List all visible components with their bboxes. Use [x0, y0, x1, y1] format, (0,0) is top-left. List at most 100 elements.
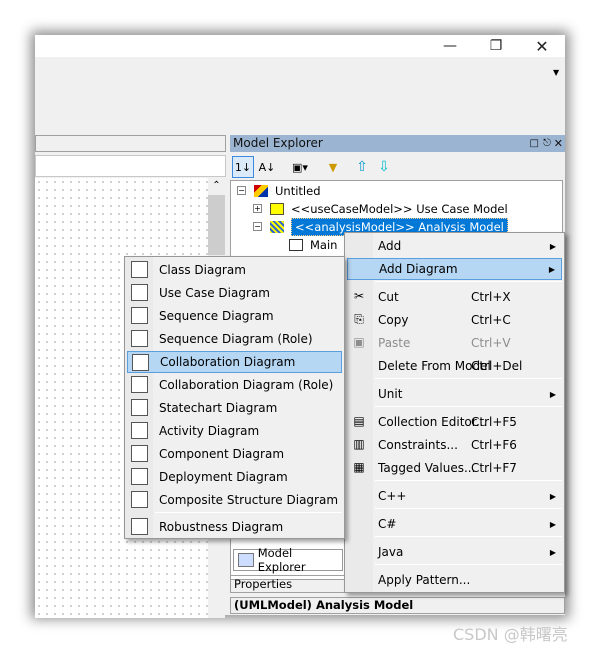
analysis-model-icon [270, 220, 284, 233]
menu-label: Activity Diagram [159, 424, 260, 438]
menu-shortcut: Ctrl+C [471, 313, 511, 327]
status-bar: (UMLModel) Analysis Model [230, 597, 565, 614]
document-tab-bar [35, 135, 226, 152]
collapse-icon[interactable]: − [237, 186, 246, 195]
submenu-item-robustness-diagram[interactable]: Robustness Diagram [127, 516, 342, 538]
expand-icon[interactable]: + [253, 204, 262, 213]
sequence-diagram-icon [131, 307, 148, 324]
sequence-diagram-role-icon [131, 330, 148, 347]
submenu-item-use-case-diagram[interactable]: Use Case Diagram [127, 282, 342, 304]
submenu-item-collaboration-diagram-role[interactable]: Collaboration Diagram (Role) [127, 374, 342, 396]
submenu-item-composite-structure-diagram[interactable]: Composite Structure Diagram [127, 489, 342, 511]
collapse-icon[interactable]: − [253, 222, 262, 231]
pin-icon[interactable]: ⎋ [543, 135, 551, 152]
menu-separator [155, 512, 342, 513]
close-panel-icon[interactable]: ✕ [554, 135, 563, 152]
tree-node-untitled[interactable]: − Untitled [237, 182, 321, 199]
view-dropdown-icon[interactable]: ▣▾ [286, 156, 314, 178]
menu-item-add[interactable]: Add ▶ [347, 235, 562, 257]
menu-item-copy[interactable]: ⎘ Copy Ctrl+C [347, 309, 562, 331]
tree-label: Main [310, 237, 338, 252]
menu-label: Add [378, 239, 402, 253]
menu-label: Use Case Diagram [159, 286, 270, 300]
menu-shortcut: Ctrl+X [471, 290, 511, 304]
menu-item-java[interactable]: Java ▶ [347, 541, 562, 563]
menu-item-c[interactable]: C++ ▶ [347, 485, 562, 507]
submenu-arrow-icon: ▶ [549, 389, 556, 399]
tree-node-use-case-model[interactable]: + <<useCaseModel>> Use Case Model [253, 200, 508, 217]
menu-item-tagged-values[interactable]: ▦ Tagged Values... Ctrl+F7 [347, 457, 562, 479]
constraints-icon: ▥ [353, 437, 365, 451]
menu-label: Add Diagram [379, 262, 458, 276]
menu-label: Deployment Diagram [159, 470, 288, 484]
sort-numeric-icon[interactable]: 1↓ [232, 156, 254, 178]
submenu-arrow-icon: ▶ [549, 547, 556, 557]
tree-node-main[interactable]: Main [289, 236, 337, 253]
maximize-panel-icon[interactable]: □ [530, 135, 539, 152]
submenu-item-class-diagram[interactable]: Class Diagram [127, 259, 342, 281]
sort-alpha-icon[interactable]: A↓ [256, 156, 278, 178]
menu-shortcut: Ctrl+F5 [471, 415, 517, 429]
move-up-icon[interactable]: ⇧ [351, 156, 373, 178]
paste-icon: ▣ [353, 335, 365, 349]
robustness-diagram-icon [131, 518, 148, 535]
scroll-up-icon[interactable]: ⌃ [208, 178, 225, 191]
menu-label: Copy [378, 313, 409, 327]
diagram-header [35, 155, 226, 177]
menu-separator [375, 406, 562, 407]
tab-model-explorer[interactable]: Model Explorer [233, 546, 343, 574]
project-cube-icon [254, 184, 268, 197]
menu-item-delete-from-model[interactable]: Delete From Model Ctrl+Del [347, 355, 562, 377]
menu-item-cut[interactable]: ✂ Cut Ctrl+X [347, 286, 562, 308]
composite-structure-diagram-icon [131, 491, 148, 508]
submenu-arrow-icon: ▶ [549, 519, 556, 529]
submenu-item-sequence-diagram-role[interactable]: Sequence Diagram (Role) [127, 328, 342, 350]
submenu-item-deployment-diagram[interactable]: Deployment Diagram [127, 466, 342, 488]
minimize-button[interactable]: — [427, 35, 473, 57]
restore-button[interactable]: ❐ [473, 35, 519, 57]
submenu-item-collaboration-diagram[interactable]: Collaboration Diagram [127, 351, 342, 373]
submenu-item-sequence-diagram[interactable]: Sequence Diagram [127, 305, 342, 327]
menu-label: Paste [378, 336, 411, 350]
menu-label: Component Diagram [159, 447, 285, 461]
menu-item-paste[interactable]: ▣ Paste Ctrl+V [347, 332, 562, 354]
menu-label: C# [378, 517, 397, 531]
menu-label: Collaboration Diagram (Role) [159, 378, 334, 392]
menu-separator [375, 480, 562, 481]
tab-label: Model Explorer [257, 546, 306, 574]
toolbar-overflow-icon[interactable]: ▼ [553, 68, 559, 77]
menu-separator [375, 378, 562, 379]
menu-label: Sequence Diagram (Role) [159, 332, 313, 346]
menu-label: Cut [378, 290, 399, 304]
menu-item-unit[interactable]: Unit ▶ [347, 383, 562, 405]
submenu-item-component-diagram[interactable]: Component Diagram [127, 443, 342, 465]
menu-item-constraints[interactable]: ▥ Constraints... Ctrl+F6 [347, 434, 562, 456]
model-explorer-toolbar: 1↓ A↓ ▣▾ ▼ ⇧ ⇩ [230, 154, 565, 179]
menu-item-collection-editor[interactable]: ▤ Collection Editor... Ctrl+F5 [347, 411, 562, 433]
move-down-icon[interactable]: ⇩ [373, 156, 395, 178]
menu-label: Sequence Diagram [159, 309, 274, 323]
menu-separator [375, 564, 562, 565]
scrollbar-thumb[interactable] [208, 195, 225, 255]
menu-label: Class Diagram [159, 263, 246, 277]
collaboration-diagram-icon [132, 354, 149, 371]
menu-label: Apply Pattern... [378, 573, 471, 587]
tagged-values-icon: ▦ [353, 460, 365, 474]
menu-separator [375, 281, 562, 282]
menu-shortcut: Ctrl+Del [471, 359, 523, 373]
submenu-item-statechart-diagram[interactable]: Statechart Diagram [127, 397, 342, 419]
filter-icon[interactable]: ▼ [322, 156, 344, 178]
scissors-icon: ✂ [353, 289, 365, 303]
menu-separator [375, 536, 562, 537]
tree-label: Untitled [275, 183, 321, 198]
menu-shortcut: Ctrl+V [471, 336, 511, 350]
class-diagram-icon [289, 238, 303, 251]
close-button[interactable]: ✕ [519, 35, 565, 57]
submenu-item-activity-diagram[interactable]: Activity Diagram [127, 420, 342, 442]
add-diagram-submenu: Class Diagram Use Case Diagram Sequence Di… [124, 256, 345, 539]
menu-item-add-diagram[interactable]: Add Diagram ▶ [347, 258, 562, 280]
menu-item-apply-pattern[interactable]: Apply Pattern... [347, 569, 562, 591]
menu-label: Collaboration Diagram [160, 355, 296, 369]
copy-icon: ⎘ [354, 312, 364, 326]
menu-item-c[interactable]: C# ▶ [347, 513, 562, 535]
